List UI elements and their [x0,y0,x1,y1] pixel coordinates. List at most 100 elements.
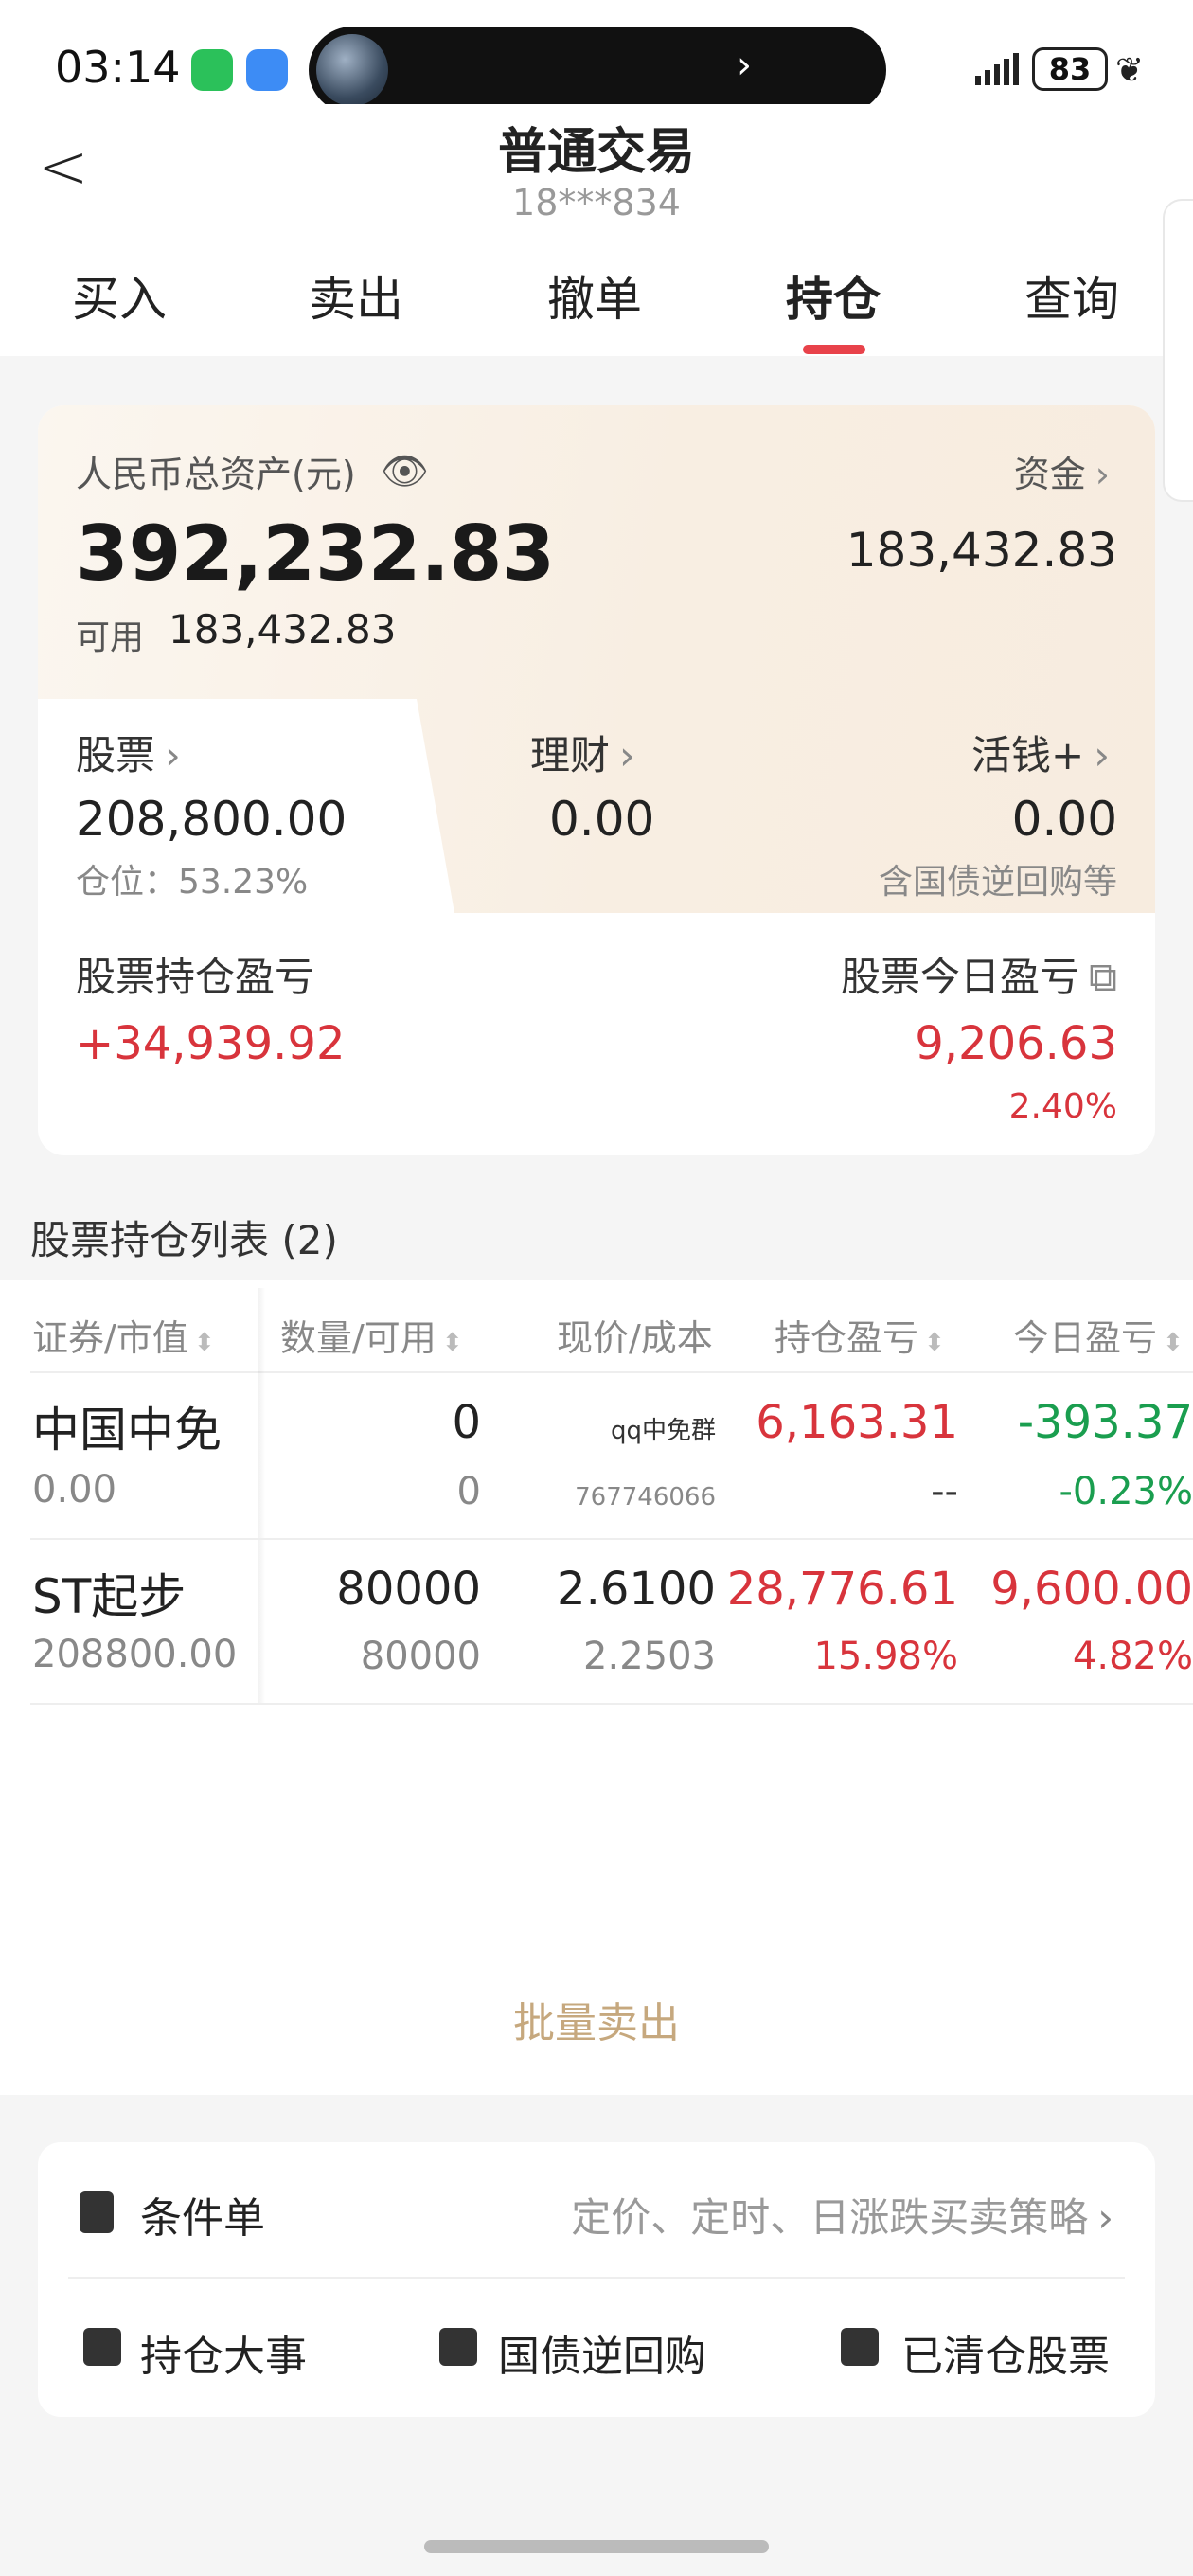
eye-icon[interactable]: 👁 [381,449,429,493]
chevron-right-icon: › [1095,454,1110,495]
divider [30,1538,1193,1540]
current-price: qq中免群 [610,1417,716,1445]
holding-pl: 28,776.61 [726,1563,958,1616]
today-pl-percent: -0.23% [1059,1470,1193,1513]
sort-icon: ⬍ [193,1329,215,1357]
quantity: 80000 [336,1563,481,1616]
wechat-icon [191,49,233,91]
chevron-right-icon: › [1097,2194,1113,2241]
fund-value: 183,432.83 [846,523,1117,578]
current-price: 2.6100 [557,1563,716,1616]
wealth-label: 理财 [530,732,611,778]
asset-card: 人民币总资产(元) 👁 392,232.83 可用 183,432.83 资金 ›… [38,405,1155,1155]
cleared-stocks-link[interactable]: 已清仓股票 [901,2322,1110,2383]
sort-icon: ⬍ [924,1329,945,1357]
available-quantity: 0 [456,1470,481,1513]
stock-link[interactable]: 股票 › [76,724,181,781]
avatar [316,34,388,106]
fund-label: 资金 [1013,454,1086,495]
column-header-today-pl[interactable]: 今日盈亏 ⬍ [1013,1309,1184,1361]
holding-pl-label: 股票持仓盈亏 [76,954,315,1000]
column-header-security[interactable]: 证券/市值 ⬍ [32,1309,215,1361]
cash-plus-link[interactable]: 活钱+ › [971,724,1110,781]
page-title: 普通交易 [497,124,695,181]
tab-bar: 买入 卖出 撤单 持仓 查询 [0,218,1193,356]
market-value: 208800.00 [32,1633,238,1676]
stock-name: ST起步 [32,1569,187,1624]
stock-label: 股票 [76,732,156,778]
home-indicator[interactable] [424,2540,769,2553]
message-icon [246,49,288,91]
document-icon [80,2191,114,2233]
battery-icon: 83 [1032,47,1108,91]
today-pl-percent: 4.82% [1072,1635,1193,1678]
holdings-list-title: 股票持仓列表 (2) [30,1217,338,1263]
tools-card: 条件单 定价、定时、日涨跌买卖策略 › 持仓大事 国债逆回购 已清仓股票 [38,2142,1155,2417]
wealth-link[interactable]: 理财 › [530,724,635,781]
repo-icon [439,2328,477,2366]
cost-price: 2.2503 [583,1635,716,1678]
status-time: 03:14 [55,42,181,93]
today-pl: -393.37 [1017,1396,1193,1449]
holding-pl: 6,163.31 [756,1396,958,1449]
column-header-quantity[interactable]: 数量/可用 ⬍ [280,1309,463,1361]
divider [30,1371,1193,1373]
chevron-right-icon: › [1094,732,1110,778]
available-quantity: 80000 [360,1635,481,1678]
dynamic-island[interactable]: › [309,27,886,114]
chevron-right-icon: › [165,732,181,778]
quantity: 0 [452,1396,481,1449]
sort-icon: ⬍ [1163,1329,1184,1357]
holding-pl-percent: -- [931,1470,958,1513]
column-header-label: 持仓盈亏 [775,1317,919,1359]
stock-name: 中国中免 [32,1403,222,1458]
tab-buy[interactable]: 买入 [72,261,167,330]
batch-sell-button[interactable]: 批量卖出 [0,1989,1193,2049]
holding-pl-value: +34,939.92 [76,1017,346,1070]
cash-plus-label: 活钱+ [971,732,1085,778]
side-drawer-handle[interactable] [1163,199,1193,502]
condition-order-label: 条件单 [140,2194,265,2243]
total-assets-label: 人民币总资产(元) [76,454,356,495]
archive-icon [841,2328,879,2366]
column-header-price: 现价/成本 [557,1317,713,1359]
divider [68,2277,1125,2279]
wealth-value: 0.00 [549,792,655,847]
sort-icon: ⬍ [441,1329,463,1357]
cash-plus-note: 含国债逆回购等 [878,863,1117,902]
total-assets-value: 392,232.83 [76,510,556,598]
holding-events-link[interactable]: 持仓大事 [140,2322,307,2383]
cost-price: 767746066 [575,1483,716,1512]
market-value: 0.00 [32,1468,117,1512]
today-pl-percent: 2.40% [1008,1087,1117,1126]
leaf-icon: ❦ [1115,51,1145,90]
column-header-label: 今日盈亏 [1013,1317,1158,1359]
island-arrow-icon: › [737,44,752,87]
active-tab-indicator [803,345,865,354]
chevron-right-icon: › [619,732,635,778]
tab-holdings[interactable]: 持仓 [786,261,881,330]
news-icon [83,2328,121,2366]
column-header-label: 证券/市值 [32,1317,188,1359]
available-label: 可用 [76,618,145,657]
fund-link[interactable]: 资金 › [1014,445,1110,497]
today-pl-link[interactable]: 股票今日盈亏 ⧉ [841,945,1117,1003]
tab-query[interactable]: 查询 [1024,261,1119,330]
treasury-repo-link[interactable]: 国债逆回购 [498,2322,706,2383]
column-header-holding-pl[interactable]: 持仓盈亏 ⬍ [775,1309,945,1361]
position-ratio: 仓位：53.23% [76,863,309,902]
signal-icon [975,53,1019,85]
external-link-icon: ⧉ [1089,954,1117,1000]
stock-value: 208,800.00 [76,792,347,847]
condition-order-desc: 定价、定时、日涨跌买卖策略 › [571,2186,1113,2244]
frozen-column-shadow [258,1288,265,1705]
tab-cancel-order[interactable]: 撤单 [547,261,642,330]
cash-plus-value: 0.00 [1011,792,1117,847]
divider [30,1703,1193,1705]
today-pl-value: 9,206.63 [915,1017,1117,1070]
column-header-label: 数量/可用 [280,1317,436,1359]
today-pl: 9,600.00 [990,1563,1193,1616]
holding-pl-percent: 15.98% [813,1635,958,1678]
today-pl-label: 股票今日盈亏 [840,954,1079,1000]
tab-sell[interactable]: 卖出 [309,261,403,330]
